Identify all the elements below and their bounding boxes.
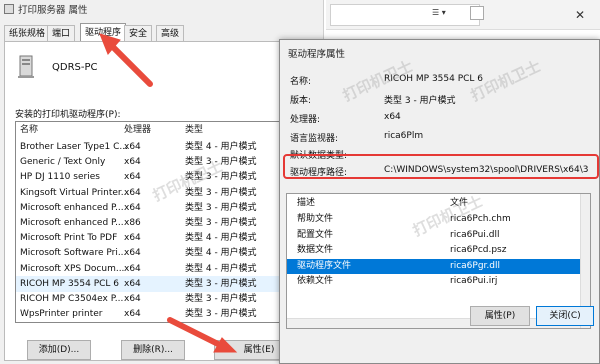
arrow-to-properties-button: [167, 317, 225, 349]
annotation-arrows: [99, 33, 238, 353]
arrow-to-drivers-tab: [107, 41, 153, 87]
